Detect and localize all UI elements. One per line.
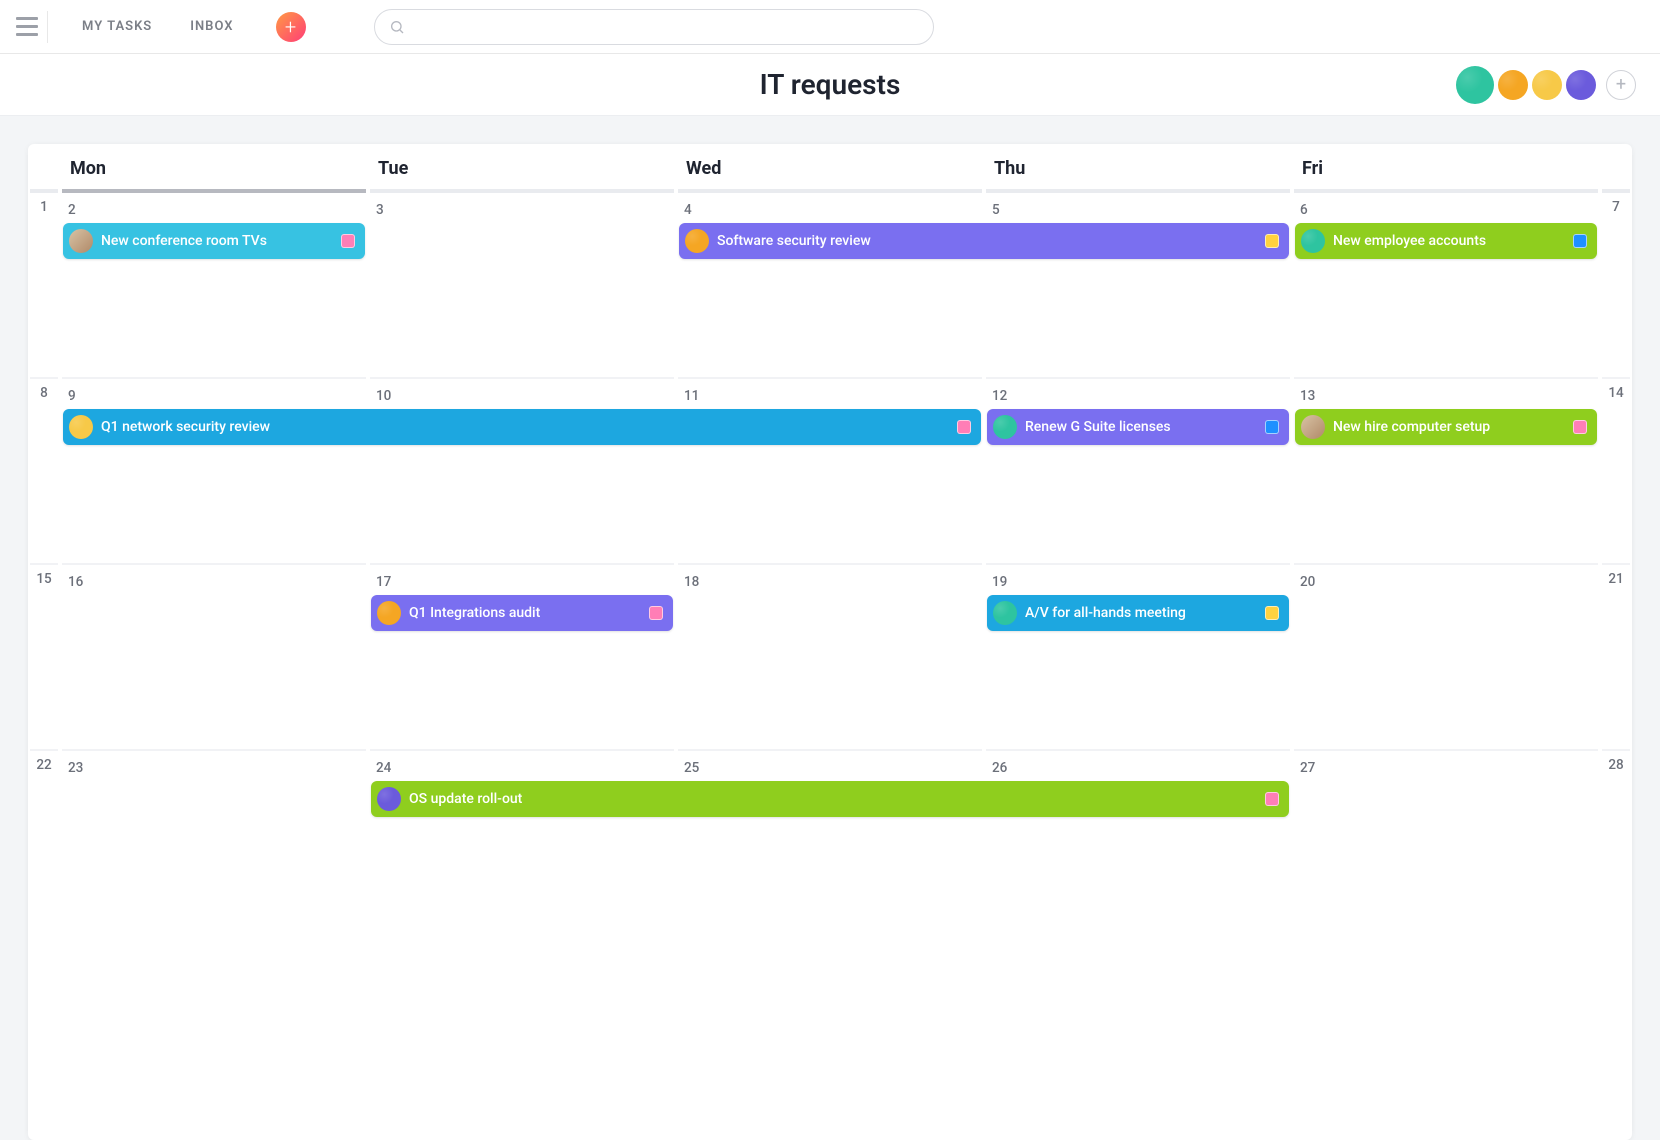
task-bar[interactable]: New hire computer setup (1295, 409, 1597, 445)
search-input[interactable] (413, 19, 919, 35)
member-avatar[interactable] (1498, 70, 1528, 100)
assignee-avatar (685, 229, 709, 253)
calendar-day-cell[interactable]: 25 (676, 751, 984, 931)
calendar-stage: Mon Tue Wed Thu Fri 1 2 3 4 5 6 7 (0, 116, 1660, 1140)
topbar: MY TASKS INBOX + (0, 0, 1660, 54)
calendar-day-cell[interactable]: 19 (984, 565, 1292, 745)
nav-inbox[interactable]: INBOX (180, 13, 243, 40)
search-field[interactable] (374, 9, 934, 45)
calendar-day-cell[interactable]: 26 (984, 751, 1292, 931)
task-tag (957, 420, 971, 434)
assignee-avatar (69, 415, 93, 439)
project-members: + (1456, 66, 1636, 104)
day-header-tue: Tue (368, 144, 676, 189)
calendar-day-cell[interactable]: 20 (1292, 565, 1600, 745)
project-header: IT requests + (0, 54, 1660, 116)
calendar-day-cell[interactable]: 13 (1292, 379, 1600, 559)
task-label: New hire computer setup (1333, 419, 1565, 435)
calendar-day-cell[interactable]: 11 (676, 379, 984, 559)
day-header-thu: Thu (984, 144, 1292, 189)
assignee-avatar (1301, 415, 1325, 439)
page-title: IT requests (760, 68, 901, 101)
calendar-day-cell[interactable]: 16 (60, 565, 368, 745)
assignee-avatar (993, 601, 1017, 625)
calendar-day-cell[interactable]: 4 (676, 193, 984, 373)
weekend-gutter: 15 (28, 565, 60, 745)
weekend-gutter: 1 (28, 193, 60, 373)
task-tag (1265, 606, 1279, 620)
weekend-gutter: 22 (28, 751, 60, 931)
task-tag (1573, 234, 1587, 248)
task-label: Renew G Suite licenses (1025, 419, 1257, 435)
calendar-day-cell[interactable]: 12 (984, 379, 1292, 559)
task-label: OS update roll-out (409, 791, 1257, 807)
assignee-avatar (993, 415, 1017, 439)
calendar-day-cell[interactable]: 18 (676, 565, 984, 745)
search-icon (389, 19, 405, 35)
calendar-week: 8 9 10 11 12 13 14 Q1 network security r… (28, 379, 1632, 559)
calendar-day-cell[interactable]: 3 (368, 193, 676, 373)
nav-my-tasks[interactable]: MY TASKS (72, 13, 162, 40)
day-header-wed: Wed (676, 144, 984, 189)
calendar-day-cell[interactable]: 5 (984, 193, 1292, 373)
task-bar[interactable]: New conference room TVs (63, 223, 365, 259)
weekend-gutter: 21 (1600, 565, 1632, 745)
assignee-avatar (377, 601, 401, 625)
weekend-gutter: 7 (1600, 193, 1632, 373)
task-bar[interactable]: Q1 Integrations audit (371, 595, 673, 631)
task-label: A/V for all-hands meeting (1025, 605, 1257, 621)
plus-icon: + (285, 17, 296, 37)
task-tag (1265, 420, 1279, 434)
calendar-week: 1 2 3 4 5 6 7 New conference room TVs Sof… (28, 193, 1632, 373)
task-label: Q1 network security review (101, 419, 949, 435)
member-avatar[interactable] (1566, 70, 1596, 100)
day-header-mon: Mon (60, 144, 368, 189)
calendar-day-cell[interactable]: 24 (368, 751, 676, 931)
calendar-day-cell[interactable]: 27 (1292, 751, 1600, 931)
member-avatar[interactable] (1456, 66, 1494, 104)
calendar-week: 22 23 24 25 26 27 28 OS update roll-out (28, 751, 1632, 931)
calendar-day-cell[interactable]: 9 (60, 379, 368, 559)
task-tag (1265, 792, 1279, 806)
task-bar[interactable]: OS update roll-out (371, 781, 1289, 817)
weekend-gutter: 28 (1600, 751, 1632, 931)
weekend-gutter: 14 (1600, 379, 1632, 559)
assignee-avatar (69, 229, 93, 253)
task-bar[interactable]: New employee accounts (1295, 223, 1597, 259)
task-tag (1573, 420, 1587, 434)
member-avatar[interactable] (1532, 70, 1562, 100)
task-label: Q1 Integrations audit (409, 605, 641, 621)
task-label: New conference room TVs (101, 233, 333, 249)
task-bar[interactable]: Renew G Suite licenses (987, 409, 1289, 445)
calendar-week: 15 16 17 18 19 20 21 Q1 Integrations aud… (28, 565, 1632, 745)
task-tag (649, 606, 663, 620)
calendar-day-cell[interactable]: 23 (60, 751, 368, 931)
calendar: Mon Tue Wed Thu Fri 1 2 3 4 5 6 7 (28, 144, 1632, 1140)
calendar-day-cell[interactable]: 6 (1292, 193, 1600, 373)
plus-icon: + (1616, 74, 1626, 95)
task-label: New employee accounts (1333, 233, 1565, 249)
task-tag (341, 234, 355, 248)
menu-toggle[interactable] (16, 11, 48, 43)
task-tag (1265, 234, 1279, 248)
task-bar[interactable]: Q1 network security review (63, 409, 981, 445)
add-member-button[interactable]: + (1606, 70, 1636, 100)
calendar-day-cell[interactable]: 2 (60, 193, 368, 373)
create-button[interactable]: + (276, 12, 306, 42)
assignee-avatar (377, 787, 401, 811)
task-bar[interactable]: Software security review (679, 223, 1289, 259)
calendar-day-cell[interactable]: 17 (368, 565, 676, 745)
task-label: Software security review (717, 233, 1257, 249)
weekend-gutter: 8 (28, 379, 60, 559)
calendar-day-cell[interactable]: 10 (368, 379, 676, 559)
assignee-avatar (1301, 229, 1325, 253)
day-header-fri: Fri (1292, 144, 1600, 189)
task-bar[interactable]: A/V for all-hands meeting (987, 595, 1289, 631)
calendar-day-header: Mon Tue Wed Thu Fri (28, 144, 1632, 189)
